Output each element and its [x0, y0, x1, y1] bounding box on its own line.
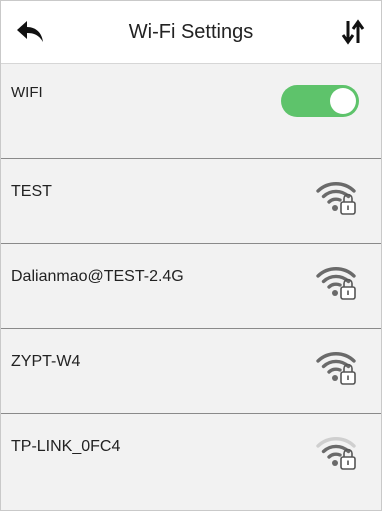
wifi-toggle-switch[interactable] [281, 85, 359, 117]
header-bar: Wi-Fi Settings [1, 1, 381, 64]
sort-button[interactable] [339, 18, 367, 46]
network-ssid: TEST [11, 183, 52, 200]
sort-arrows-icon [341, 19, 365, 45]
page-title: Wi-Fi Settings [128, 20, 254, 43]
network-ssid: Dalianmao@TEST-2.4G [11, 268, 184, 285]
toggle-knob [330, 88, 356, 114]
back-arrow-icon [17, 21, 43, 42]
network-ssid: ZYPT-W4 [11, 353, 81, 370]
network-row[interactable]: ZYPT-W4 [1, 329, 381, 414]
network-row[interactable]: TEST [1, 159, 381, 244]
wifi-locked-icon [316, 182, 356, 215]
wifi-locked-icon [316, 352, 356, 385]
network-ssid: TP-LINK_0FC4 [11, 438, 121, 455]
network-row[interactable]: TP-LINK_0FC4 [1, 414, 381, 499]
wifi-locked-icon [316, 437, 356, 470]
wifi-locked-icon [316, 267, 356, 300]
wifi-settings-screen: Wi-Fi Settings WIFI TEST Dalianmao@TEST-… [0, 0, 382, 511]
network-row[interactable]: Dalianmao@TEST-2.4G [1, 244, 381, 329]
wifi-toggle-row: WIFI [1, 64, 381, 159]
back-button[interactable] [15, 18, 45, 46]
wifi-toggle-label: WIFI [11, 84, 43, 101]
